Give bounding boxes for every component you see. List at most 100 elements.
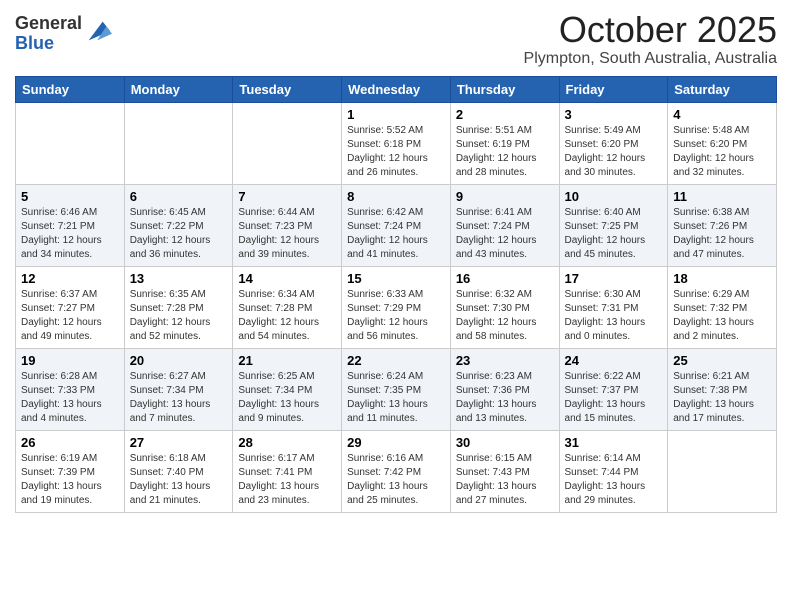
calendar-cell: 15Sunrise: 6:33 AM Sunset: 7:29 PM Dayli…	[342, 266, 451, 348]
day-info: Sunrise: 5:52 AM Sunset: 6:18 PM Dayligh…	[347, 124, 445, 180]
day-number: 16	[456, 271, 554, 286]
day-number: 29	[347, 435, 445, 450]
day-info: Sunrise: 6:15 AM Sunset: 7:43 PM Dayligh…	[456, 452, 554, 508]
page-container: General Blue October 2025 Plympton, Sout…	[0, 0, 792, 528]
calendar-cell: 8 Sunrise: 6:42 AM Sunset: 7:24 PM Daylig…	[342, 184, 451, 266]
day-number: 9	[456, 189, 554, 204]
day-number: 23	[456, 353, 554, 368]
calendar-cell: 9 Sunrise: 6:41 AM Sunset: 7:24 PM Daylig…	[450, 184, 559, 266]
day-number: 6	[130, 189, 228, 204]
col-sunday: Sunday	[16, 76, 125, 102]
day-info: Sunrise: 6:38 AM Sunset: 7:26 PM Dayligh…	[673, 206, 771, 262]
calendar-cell: 13Sunrise: 6:35 AM Sunset: 7:28 PM Dayli…	[124, 266, 233, 348]
calendar-cell: 14Sunrise: 6:34 AM Sunset: 7:28 PM Dayli…	[233, 266, 342, 348]
calendar-header: Sunday Monday Tuesday Wednesday Thursday…	[16, 76, 777, 102]
calendar-cell: 24 Sunrise: 6:22 AM Sunset: 7:37 PM Dayli…	[559, 348, 668, 430]
calendar-week-4: 19 Sunrise: 6:28 AM Sunset: 7:33 PM Dayli…	[16, 348, 777, 430]
day-info: Sunrise: 5:51 AM Sunset: 6:19 PM Dayligh…	[456, 124, 554, 180]
day-number: 27	[130, 435, 228, 450]
day-number: 10	[565, 189, 663, 204]
day-number: 19	[21, 353, 119, 368]
day-info: Sunrise: 6:42 AM Sunset: 7:24 PM Dayligh…	[347, 206, 445, 262]
day-number: 8	[347, 189, 445, 204]
day-info: Sunrise: 6:29 AM Sunset: 7:32 PM Dayligh…	[673, 288, 771, 344]
calendar-cell	[233, 102, 342, 184]
day-number: 11	[673, 189, 771, 204]
calendar-cell: 17 Sunrise: 6:30 AM Sunset: 7:31 PM Dayli…	[559, 266, 668, 348]
day-info: Sunrise: 6:33 AM Sunset: 7:29 PM Dayligh…	[347, 288, 445, 344]
day-info: Sunrise: 6:18 AM Sunset: 7:40 PM Dayligh…	[130, 452, 228, 508]
calendar-week-1: 1Sunrise: 5:52 AM Sunset: 6:18 PM Daylig…	[16, 102, 777, 184]
calendar-cell: 19 Sunrise: 6:28 AM Sunset: 7:33 PM Dayli…	[16, 348, 125, 430]
calendar-cell: 5Sunrise: 6:46 AM Sunset: 7:21 PM Daylig…	[16, 184, 125, 266]
day-number: 3	[565, 107, 663, 122]
calendar-cell: 2 Sunrise: 5:51 AM Sunset: 6:19 PM Daylig…	[450, 102, 559, 184]
col-saturday: Saturday	[668, 76, 777, 102]
day-info: Sunrise: 6:45 AM Sunset: 7:22 PM Dayligh…	[130, 206, 228, 262]
day-info: Sunrise: 6:28 AM Sunset: 7:33 PM Dayligh…	[21, 370, 119, 426]
calendar-body: 1Sunrise: 5:52 AM Sunset: 6:18 PM Daylig…	[16, 102, 777, 512]
col-wednesday: Wednesday	[342, 76, 451, 102]
logo-icon	[84, 17, 112, 45]
day-info: Sunrise: 6:27 AM Sunset: 7:34 PM Dayligh…	[130, 370, 228, 426]
day-number: 24	[565, 353, 663, 368]
col-monday: Monday	[124, 76, 233, 102]
day-info: Sunrise: 6:25 AM Sunset: 7:34 PM Dayligh…	[238, 370, 336, 426]
day-number: 28	[238, 435, 336, 450]
day-number: 13	[130, 271, 228, 286]
day-number: 14	[238, 271, 336, 286]
day-info: Sunrise: 6:14 AM Sunset: 7:44 PM Dayligh…	[565, 452, 663, 508]
logo-general-text: General	[15, 14, 82, 34]
day-info: Sunrise: 6:23 AM Sunset: 7:36 PM Dayligh…	[456, 370, 554, 426]
day-info: Sunrise: 6:17 AM Sunset: 7:41 PM Dayligh…	[238, 452, 336, 508]
day-info: Sunrise: 6:19 AM Sunset: 7:39 PM Dayligh…	[21, 452, 119, 508]
day-info: Sunrise: 6:40 AM Sunset: 7:25 PM Dayligh…	[565, 206, 663, 262]
calendar-cell: 27 Sunrise: 6:18 AM Sunset: 7:40 PM Dayli…	[124, 430, 233, 512]
calendar-cell	[668, 430, 777, 512]
page-header: General Blue October 2025 Plympton, Sout…	[15, 10, 777, 68]
calendar-cell: 29Sunrise: 6:16 AM Sunset: 7:42 PM Dayli…	[342, 430, 451, 512]
calendar-cell: 11 Sunrise: 6:38 AM Sunset: 7:26 PM Dayli…	[668, 184, 777, 266]
calendar-cell: 28 Sunrise: 6:17 AM Sunset: 7:41 PM Dayli…	[233, 430, 342, 512]
day-number: 26	[21, 435, 119, 450]
calendar-cell	[124, 102, 233, 184]
day-number: 7	[238, 189, 336, 204]
calendar-cell: 16 Sunrise: 6:32 AM Sunset: 7:30 PM Dayli…	[450, 266, 559, 348]
day-info: Sunrise: 6:21 AM Sunset: 7:38 PM Dayligh…	[673, 370, 771, 426]
calendar-cell: 23 Sunrise: 6:23 AM Sunset: 7:36 PM Dayli…	[450, 348, 559, 430]
day-number: 12	[21, 271, 119, 286]
day-number: 25	[673, 353, 771, 368]
day-number: 17	[565, 271, 663, 286]
header-row: Sunday Monday Tuesday Wednesday Thursday…	[16, 76, 777, 102]
day-info: Sunrise: 6:30 AM Sunset: 7:31 PM Dayligh…	[565, 288, 663, 344]
day-number: 31	[565, 435, 663, 450]
title-section: October 2025 Plympton, South Australia, …	[524, 10, 777, 68]
day-info: Sunrise: 6:44 AM Sunset: 7:23 PM Dayligh…	[238, 206, 336, 262]
calendar-week-3: 12Sunrise: 6:37 AM Sunset: 7:27 PM Dayli…	[16, 266, 777, 348]
month-title: October 2025	[524, 10, 777, 50]
logo: General Blue	[15, 14, 112, 54]
day-info: Sunrise: 6:41 AM Sunset: 7:24 PM Dayligh…	[456, 206, 554, 262]
calendar-cell: 10 Sunrise: 6:40 AM Sunset: 7:25 PM Dayli…	[559, 184, 668, 266]
day-info: Sunrise: 5:49 AM Sunset: 6:20 PM Dayligh…	[565, 124, 663, 180]
logo-blue-text: Blue	[15, 34, 82, 54]
calendar-week-2: 5Sunrise: 6:46 AM Sunset: 7:21 PM Daylig…	[16, 184, 777, 266]
calendar-cell: 30 Sunrise: 6:15 AM Sunset: 7:43 PM Dayli…	[450, 430, 559, 512]
calendar-cell: 21Sunrise: 6:25 AM Sunset: 7:34 PM Dayli…	[233, 348, 342, 430]
day-number: 18	[673, 271, 771, 286]
day-info: Sunrise: 6:32 AM Sunset: 7:30 PM Dayligh…	[456, 288, 554, 344]
calendar-week-5: 26 Sunrise: 6:19 AM Sunset: 7:39 PM Dayli…	[16, 430, 777, 512]
day-number: 5	[21, 189, 119, 204]
calendar-cell: 12Sunrise: 6:37 AM Sunset: 7:27 PM Dayli…	[16, 266, 125, 348]
calendar-cell: 18 Sunrise: 6:29 AM Sunset: 7:32 PM Dayli…	[668, 266, 777, 348]
calendar-cell: 31 Sunrise: 6:14 AM Sunset: 7:44 PM Dayli…	[559, 430, 668, 512]
day-number: 2	[456, 107, 554, 122]
day-info: Sunrise: 6:22 AM Sunset: 7:37 PM Dayligh…	[565, 370, 663, 426]
col-friday: Friday	[559, 76, 668, 102]
day-number: 4	[673, 107, 771, 122]
day-number: 20	[130, 353, 228, 368]
col-tuesday: Tuesday	[233, 76, 342, 102]
calendar-cell: 7 Sunrise: 6:44 AM Sunset: 7:23 PM Daylig…	[233, 184, 342, 266]
day-number: 30	[456, 435, 554, 450]
calendar-table: Sunday Monday Tuesday Wednesday Thursday…	[15, 76, 777, 513]
